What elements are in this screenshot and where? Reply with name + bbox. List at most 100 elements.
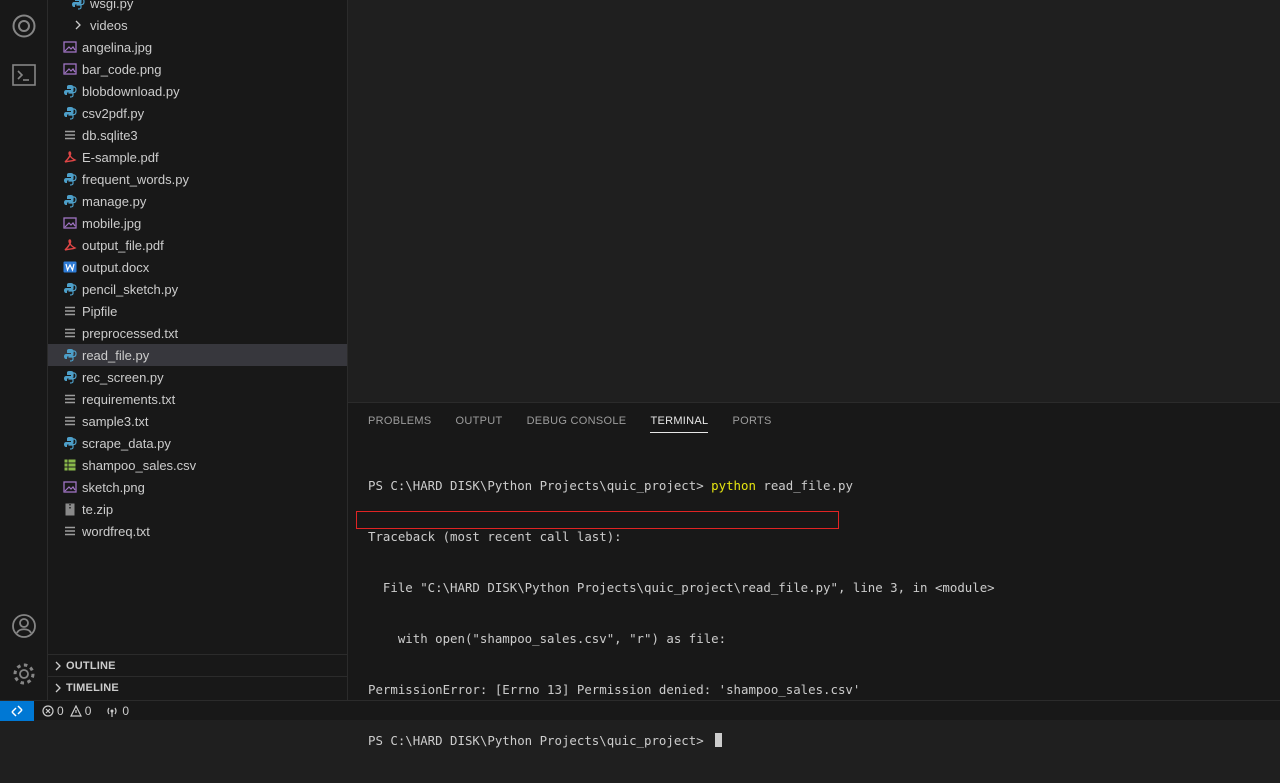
text-file-icon — [63, 128, 77, 142]
file-label: blobdownload.py — [82, 83, 180, 99]
file-item[interactable]: wordfreq.txt — [48, 520, 347, 542]
file-item[interactable]: shampoo_sales.csv — [48, 454, 347, 476]
csv-file-icon — [63, 458, 77, 472]
terminal-output[interactable]: PS C:\HARD DISK\Python Projects\quic_pro… — [368, 443, 1268, 783]
tab-output[interactable]: OUTPUT — [444, 403, 515, 439]
file-label: read_file.py — [82, 347, 150, 363]
tab-ports[interactable]: PORTS — [720, 403, 783, 439]
folder-item[interactable]: videos — [48, 14, 347, 36]
text-file-icon — [63, 524, 77, 538]
file-label: mobile.jpg — [82, 215, 142, 231]
file-item[interactable]: angelina.jpg — [48, 36, 347, 58]
remote-explorer-icon[interactable] — [0, 2, 48, 50]
problems-status[interactable]: 0 0 — [42, 704, 91, 718]
outline-section-header[interactable]: OUTLINE — [48, 654, 347, 676]
file-item[interactable]: csv2pdf.py — [48, 102, 347, 124]
terminal-view-icon[interactable] — [0, 51, 48, 99]
traceback-code-line: with open("shampoo_sales.csv", "r") as f… — [368, 631, 727, 646]
warning-count: 0 — [84, 703, 92, 718]
file-item[interactable]: te.zip — [48, 498, 347, 520]
file-item[interactable]: Pipfile — [48, 300, 347, 322]
broadcast-icon — [107, 707, 117, 717]
remote-icon — [11, 704, 23, 717]
file-label: te.zip — [82, 501, 114, 517]
file-label: wordfreq.txt — [82, 523, 150, 539]
file-label: db.sqlite3 — [82, 127, 138, 143]
python-file-icon — [63, 172, 77, 186]
panel-tabs: PROBLEMS OUTPUT DEBUG CONSOLE TERMINAL P… — [368, 403, 784, 439]
python-file-icon — [63, 436, 77, 450]
file-item[interactable]: mobile.jpg — [48, 212, 347, 234]
command-args: read_file.py — [755, 478, 853, 493]
python-file-icon — [63, 282, 77, 296]
file-item[interactable]: db.sqlite3 — [48, 124, 347, 146]
file-label: sample3.txt — [82, 413, 149, 429]
terminal-prompt: PS C:\HARD DISK\Python Projects\quic_pro… — [368, 478, 712, 493]
chevron-right-icon — [50, 677, 66, 699]
remote-indicator-button[interactable] — [0, 700, 34, 721]
file-item[interactable]: rec_screen.py — [48, 366, 347, 388]
permission-error-line: PermissionError: [Errno 13] Permission d… — [368, 682, 861, 697]
file-label: angelina.jpg — [82, 39, 153, 55]
warning-icon — [69, 704, 82, 717]
file-item[interactable]: output.docx — [48, 256, 347, 278]
file-item[interactable]: preprocessed.txt — [48, 322, 347, 344]
file-label: scrape_data.py — [82, 435, 171, 451]
image-file-icon — [63, 40, 77, 54]
file-item[interactable]: E-sample.pdf — [48, 146, 347, 168]
command-keyword: python — [711, 478, 756, 493]
python-file-icon — [63, 194, 77, 208]
file-item[interactable]: sample3.txt — [48, 410, 347, 432]
file-item[interactable]: manage.py — [48, 190, 347, 212]
timeline-label: TIMELINE — [66, 681, 119, 694]
explorer-sidebar: OUTLINE TIMELINE wsgi.py videos angelina.j… — [48, 0, 348, 700]
file-item[interactable]: sketch.png — [48, 476, 347, 498]
account-icon[interactable] — [0, 602, 48, 650]
file-label: frequent_words.py — [82, 171, 189, 187]
image-file-icon — [63, 480, 77, 494]
python-file-icon — [63, 106, 77, 120]
file-item[interactable]: pencil_sketch.py — [48, 278, 347, 300]
file-label: output.docx — [82, 259, 150, 275]
python-file-icon — [71, 0, 85, 10]
terminal-command-line: PS C:\HARD DISK\Python Projects\quic_pro… — [368, 477, 1268, 494]
ports-status[interactable]: 0 — [105, 704, 129, 718]
editor-area[interactable] — [348, 0, 1280, 402]
text-file-icon — [63, 414, 77, 428]
file-label: csv2pdf.py — [82, 105, 145, 121]
error-icon — [42, 704, 54, 717]
traceback-header: Traceback (most recent call last): — [368, 529, 622, 544]
terminal-current-prompt: PS C:\HARD DISK\Python Projects\quic_pro… — [368, 732, 1268, 749]
file-label: Pipfile — [82, 303, 118, 319]
chevron-right-icon — [50, 655, 66, 677]
file-label: preprocessed.txt — [82, 325, 179, 341]
tab-terminal[interactable]: TERMINAL — [650, 403, 720, 439]
error-count: 0 — [57, 703, 64, 718]
tab-problems[interactable]: PROBLEMS — [368, 403, 444, 439]
file-label: manage.py — [82, 193, 147, 209]
chevron-right-icon — [70, 14, 86, 36]
ports-count: 0 — [122, 703, 130, 718]
timeline-section-header[interactable]: TIMELINE — [48, 676, 347, 698]
text-file-icon — [63, 392, 77, 406]
file-label: requirements.txt — [82, 391, 176, 407]
bottom-panel: PROBLEMS OUTPUT DEBUG CONSOLE TERMINAL P… — [348, 402, 1280, 748]
file-item[interactable]: blobdownload.py — [48, 80, 347, 102]
outline-label: OUTLINE — [66, 659, 116, 672]
file-item[interactable]: requirements.txt — [48, 388, 347, 410]
settings-gear-icon[interactable] — [0, 650, 48, 698]
file-label: videos — [90, 17, 128, 33]
file-item[interactable]: frequent_words.py — [48, 168, 347, 190]
file-item[interactable]: bar_code.png — [48, 58, 347, 80]
file-label: wsgi.py — [90, 0, 134, 11]
tab-debug-console[interactable]: DEBUG CONSOLE — [515, 403, 639, 439]
file-label: pencil_sketch.py — [82, 281, 179, 297]
file-label: E-sample.pdf — [82, 149, 159, 165]
zip-file-icon — [63, 502, 77, 516]
file-item[interactable]: scrape_data.py — [48, 432, 347, 454]
activity-bar — [0, 0, 48, 700]
file-item[interactable]: read_file.py — [48, 344, 347, 366]
file-label: sketch.png — [82, 479, 145, 495]
file-item[interactable]: wsgi.py — [48, 0, 347, 14]
file-item[interactable]: output_file.pdf — [48, 234, 347, 256]
